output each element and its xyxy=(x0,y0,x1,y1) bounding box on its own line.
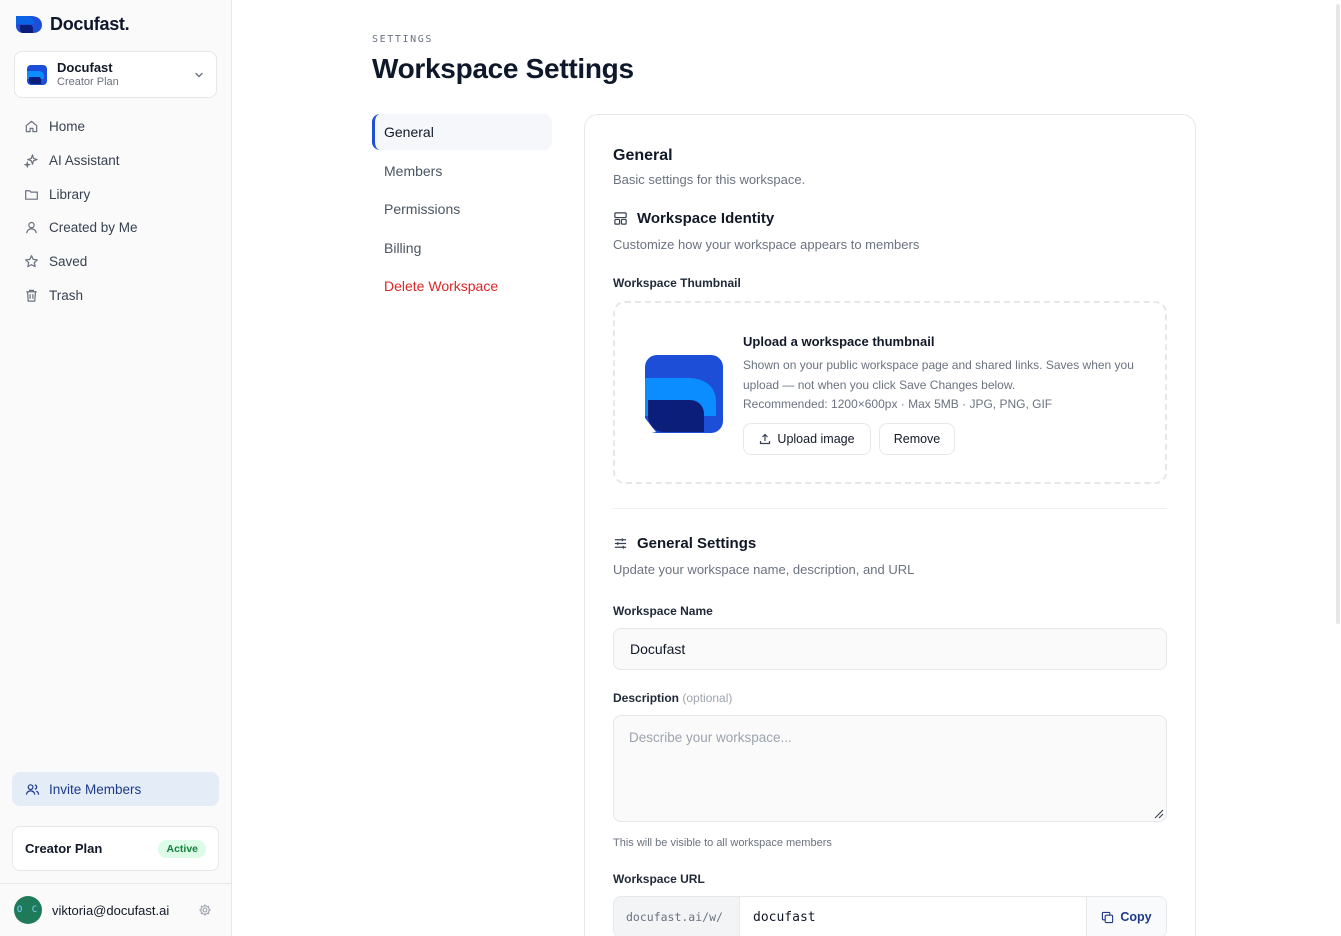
sliders-icon xyxy=(614,538,627,549)
description-label: Description (optional) xyxy=(613,691,732,705)
star-icon xyxy=(25,255,38,268)
sidebar-item-saved[interactable]: Saved xyxy=(14,245,220,279)
subnav-permissions[interactable]: Permissions xyxy=(372,190,552,228)
sidebar-item-label: Home xyxy=(49,119,86,135)
sidebar-item-ai-assistant[interactable]: AI Assistant xyxy=(14,144,220,178)
description-hint: This will be visible to all workspace me… xyxy=(613,837,832,849)
sidebar-nav: Home AI Assistant Library Created by Me … xyxy=(14,110,220,312)
upload-image-button[interactable]: Upload image xyxy=(743,423,871,455)
subnav-billing[interactable]: Billing xyxy=(372,229,552,267)
page-eyebrow: SETTINGS xyxy=(372,34,433,45)
sidebar-item-trash[interactable]: Trash xyxy=(14,278,220,312)
workspace-url-field: docufast.ai/w/ docufast Copy xyxy=(613,896,1167,936)
settings-subnav: General Members Permissions Billing Dele… xyxy=(372,114,552,305)
scrollbar[interactable] xyxy=(1335,0,1341,628)
page-title: Workspace Settings xyxy=(372,53,634,84)
general-settings-header: General Settings xyxy=(613,535,756,552)
workspace-name: Docufast xyxy=(57,59,113,75)
plan-label: Creator Plan xyxy=(25,841,103,856)
workspace-name-label: Workspace Name xyxy=(613,604,713,618)
upload-desc-text: Shown on your public workspace page and … xyxy=(743,358,1134,392)
sidebar-item-label: Library xyxy=(49,186,91,202)
card-subtitle: Basic settings for this workspace. xyxy=(613,172,806,187)
thumbnail-dropzone[interactable]: Upload a workspace thumbnail Shown on yo… xyxy=(613,301,1167,484)
user-icon xyxy=(26,222,37,234)
description-placeholder: Describe your workspace... xyxy=(629,730,792,745)
upload-image-label: Upload image xyxy=(777,432,855,446)
upload-recommendation: Recommended: 1200×600px · Max 5MB · JPG,… xyxy=(743,397,1053,411)
url-slug-input[interactable]: docufast xyxy=(740,897,1086,936)
section-divider xyxy=(613,508,1167,509)
avatar[interactable]: O C xyxy=(14,896,42,924)
folder-icon xyxy=(25,189,38,200)
general-settings-title: General Settings xyxy=(637,535,757,552)
sidebar-item-library[interactable]: Library xyxy=(14,177,220,211)
invite-members-button[interactable]: Invite Members xyxy=(12,772,219,806)
home-icon xyxy=(25,121,38,133)
workspace-plan: Creator Plan xyxy=(57,76,119,89)
users-icon xyxy=(25,783,40,795)
thumbnail-label: Workspace Thumbnail xyxy=(613,276,741,290)
workspace-name-input[interactable]: Docufast xyxy=(613,628,1167,670)
docufast-logo-icon xyxy=(16,16,42,33)
sparkles-icon xyxy=(24,154,38,169)
user-bar: O C viktoria@docufast.ai xyxy=(0,883,231,936)
copy-icon xyxy=(1102,911,1114,923)
layout-icon xyxy=(614,212,627,225)
sidebar-item-label: Trash xyxy=(49,287,84,303)
brand[interactable]: Docufast. xyxy=(14,13,130,35)
identity-title: Workspace Identity xyxy=(637,210,775,227)
description-textarea[interactable]: Describe your workspace... xyxy=(613,715,1167,822)
invite-members-label: Invite Members xyxy=(49,781,142,797)
optional-tag: (optional) xyxy=(682,691,733,705)
sidebar-item-label: Saved xyxy=(49,254,88,270)
sidebar-item-created-by-me[interactable]: Created by Me xyxy=(14,211,220,245)
sidebar-item-home[interactable]: Home xyxy=(14,110,220,144)
identity-subtitle: Customize how your workspace appears to … xyxy=(613,237,920,252)
gear-icon[interactable] xyxy=(198,903,212,917)
general-settings-subtitle: Update your workspace name, description,… xyxy=(613,562,915,577)
chevron-down-icon xyxy=(195,72,203,78)
workspace-thumbnail-image xyxy=(645,355,723,433)
sidebar-item-label: Created by Me xyxy=(49,220,138,236)
user-email: viktoria@docufast.ai xyxy=(52,902,170,918)
sidebar: Docufast. Docufast Creator Plan Home AI … xyxy=(0,0,232,936)
plan-status-badge: Active xyxy=(158,839,206,858)
main-content: SETTINGS Workspace Settings General Memb… xyxy=(232,0,1341,936)
copy-url-button[interactable]: Copy xyxy=(1086,897,1166,936)
plan-card[interactable]: Creator Plan Active xyxy=(12,826,219,871)
brand-name: Docufast. xyxy=(50,13,130,34)
subnav-general[interactable]: General xyxy=(372,114,552,150)
scrollbar-thumb[interactable] xyxy=(1336,4,1340,624)
description-label-text: Description xyxy=(613,691,680,705)
identity-section-header: Workspace Identity xyxy=(613,210,774,227)
workspace-logo-icon xyxy=(27,64,47,85)
card-title: General xyxy=(613,147,673,164)
url-prefix: docufast.ai/w/ xyxy=(614,897,740,936)
trash-icon xyxy=(26,289,37,302)
sidebar-item-label: AI Assistant xyxy=(49,153,120,169)
general-settings-card: General Basic settings for this workspac… xyxy=(584,114,1196,936)
remove-button[interactable]: Remove xyxy=(879,423,955,455)
copy-label: Copy xyxy=(1120,910,1152,924)
upload-icon xyxy=(760,433,771,445)
resize-handle-icon[interactable] xyxy=(1152,807,1164,819)
subnav-delete-workspace[interactable]: Delete Workspace xyxy=(372,267,552,305)
upload-title: Upload a workspace thumbnail xyxy=(743,334,935,349)
workspace-switcher[interactable]: Docufast Creator Plan xyxy=(14,51,217,98)
workspace-url-label: Workspace URL xyxy=(613,872,705,886)
upload-description: Shown on your public workspace page and … xyxy=(743,356,1143,415)
subnav-members[interactable]: Members xyxy=(372,152,552,190)
